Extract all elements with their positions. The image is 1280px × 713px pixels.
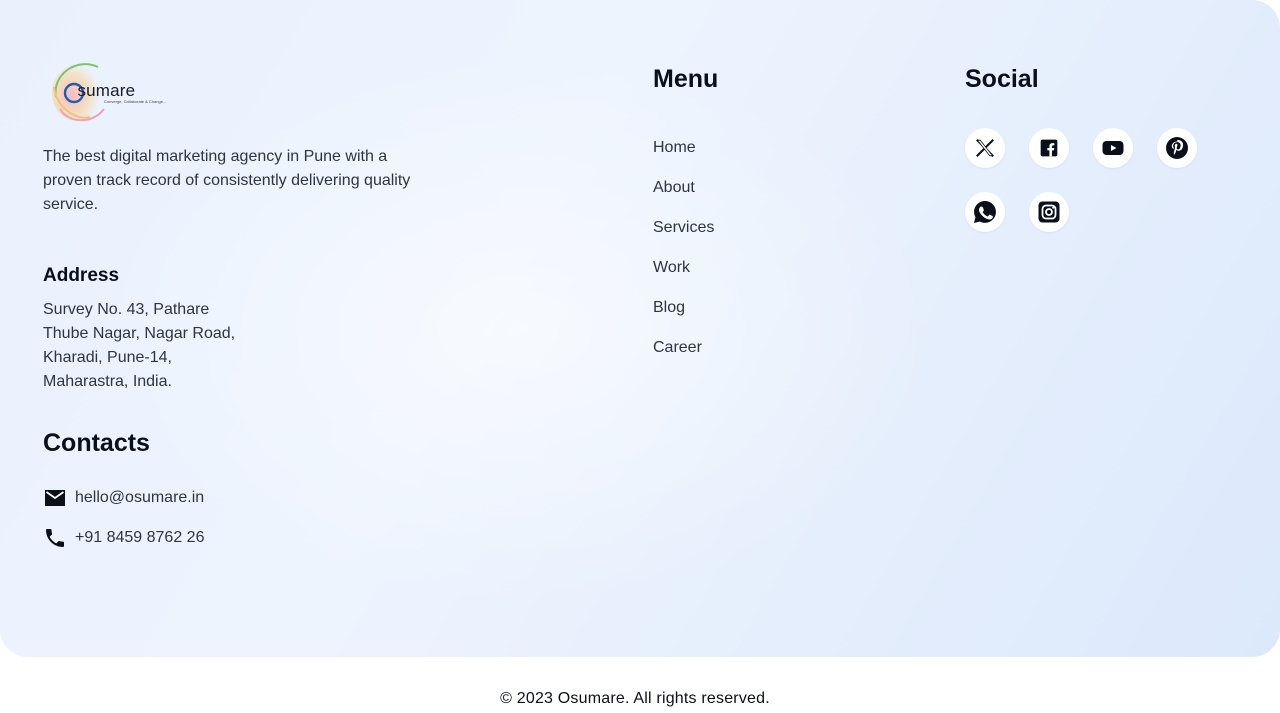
x-twitter-button[interactable]	[965, 128, 1005, 168]
footer-card: Osumare Converge, Collaborate & Change..…	[0, 0, 1280, 657]
whatsapp-button[interactable]	[965, 192, 1005, 232]
youtube-icon	[1102, 141, 1124, 155]
x-twitter-icon	[976, 139, 994, 157]
menu-item-blog[interactable]: Blog	[653, 298, 685, 318]
social-heading: Social	[965, 65, 1039, 93]
logo-wordmark-rest: sumare	[77, 81, 136, 100]
facebook-icon	[1040, 139, 1058, 157]
address-text: Survey No. 43, Pathare Thube Nagar, Naga…	[43, 301, 236, 390]
phone-link[interactable]: +91 8459 8762 26	[43, 526, 204, 550]
contacts-heading: Contacts	[43, 429, 150, 457]
whatsapp-icon	[973, 200, 996, 224]
mail-icon	[43, 486, 67, 510]
menu-item-about[interactable]: About	[653, 178, 695, 198]
address-heading: Address	[43, 265, 120, 286]
youtube-button[interactable]	[1093, 128, 1133, 168]
menu-item-services[interactable]: Services	[653, 218, 714, 238]
menu-item-home[interactable]: Home	[653, 138, 696, 158]
menu-item-career[interactable]: Career	[653, 338, 702, 358]
pinterest-button[interactable]	[1157, 128, 1197, 168]
menu-heading: Menu	[653, 65, 719, 93]
logo-tagline: Converge, Collaborate & Change...	[104, 99, 167, 104]
instagram-icon	[1038, 201, 1060, 223]
email-text: hello@osumare.in	[75, 489, 205, 506]
email-link[interactable]: hello@osumare.in	[43, 486, 204, 510]
menu-item-work[interactable]: Work	[653, 258, 690, 278]
logo-wordmark: Osumare	[64, 81, 135, 101]
copyright-text: © 2023 Osumare. All rights reserved.	[500, 690, 770, 707]
brand-tagline: The best digital marketing agency in Pun…	[43, 148, 411, 213]
phone-icon	[43, 526, 67, 550]
pinterest-icon	[1166, 137, 1188, 159]
instagram-button[interactable]	[1029, 192, 1069, 232]
phone-text: +91 8459 8762 26	[75, 529, 205, 546]
osumare-logo[interactable]: Osumare Converge, Collaborate & Change..…	[46, 57, 170, 127]
facebook-button[interactable]	[1029, 128, 1069, 168]
